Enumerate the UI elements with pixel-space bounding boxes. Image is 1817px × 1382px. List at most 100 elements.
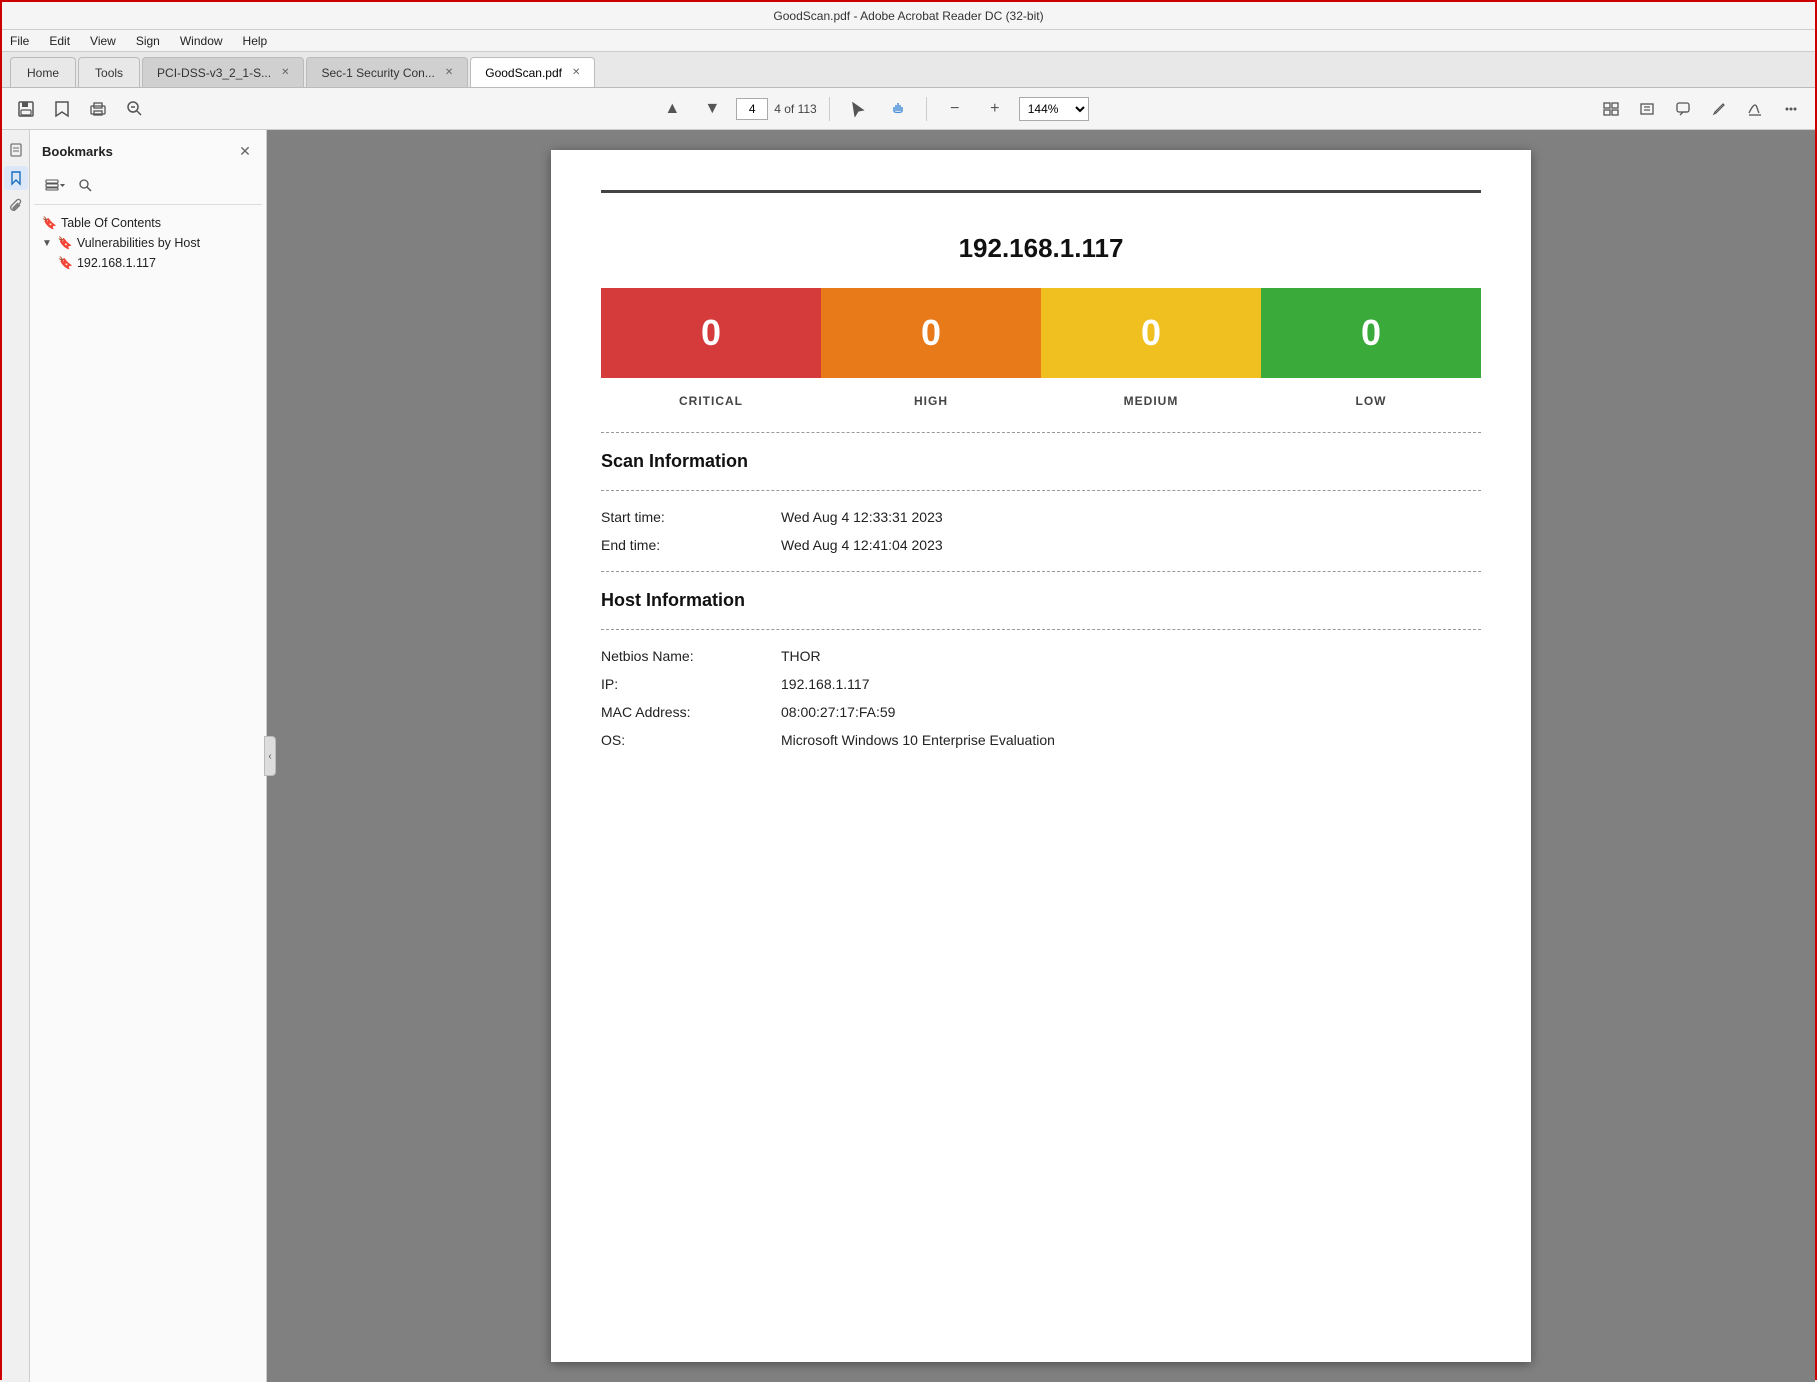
tab-pci[interactable]: PCI-DSS-v3_2_1-S... ✕	[142, 57, 304, 87]
tab-pci-label: PCI-DSS-v3_2_1-S...	[157, 66, 271, 80]
divider-3	[601, 571, 1481, 572]
select-tool-button[interactable]	[842, 94, 874, 124]
bookmark-toc[interactable]: 🔖 Table Of Contents	[34, 213, 262, 233]
host-ip-row: IP: 192.168.1.117	[601, 676, 1481, 692]
label-critical: CRITICAL	[601, 390, 821, 408]
tab-home[interactable]: Home	[10, 57, 76, 87]
menu-bar: File Edit View Sign Window Help	[2, 30, 1815, 52]
sign-button[interactable]	[1739, 94, 1771, 124]
toolbar-center: ▲ ▼ 4 of 113 − + 144% 100% 75% 50%	[154, 94, 1591, 124]
pdf-page: 192.168.1.117 0 0 0 0 CRITICAL HIGH	[551, 150, 1531, 1362]
scan-end-value: Wed Aug 4 12:41:04 2023	[781, 537, 943, 553]
read-mode-button[interactable]	[1631, 94, 1663, 124]
scan-start-row: Start time: Wed Aug 4 12:33:31 2023	[601, 509, 1481, 525]
page-count: 4 of 113	[774, 102, 816, 116]
bookmark-expand-button[interactable]	[42, 174, 68, 196]
scan-end-row: End time: Wed Aug 4 12:41:04 2023	[601, 537, 1481, 553]
menu-view[interactable]: View	[86, 32, 120, 50]
host-os-value: Microsoft Windows 10 Enterprise Evaluati…	[781, 732, 1055, 748]
bookmark-toc-label: Table Of Contents	[61, 216, 161, 230]
bookmarks-close-button[interactable]: ✕	[236, 142, 254, 160]
tab-tools[interactable]: Tools	[78, 57, 140, 87]
toolbar-right-tools	[1595, 94, 1807, 124]
bookmark-button[interactable]	[46, 94, 78, 124]
bookmark-ip1[interactable]: 🔖 192.168.1.117	[34, 253, 262, 273]
scan-start-value: Wed Aug 4 12:33:31 2023	[781, 509, 943, 525]
bookmark-tree: 🔖 Table Of Contents ▼ 🔖 Vulnerabilities …	[34, 211, 262, 275]
toolbar-separator-2	[926, 97, 927, 121]
tab-sec1[interactable]: Sec-1 Security Con... ✕	[306, 57, 468, 87]
menu-file[interactable]: File	[6, 32, 33, 50]
zoom-out-button[interactable]: −	[939, 94, 971, 124]
severity-medium-value: 0	[1141, 312, 1161, 354]
bookmark-vuln-label: Vulnerabilities by Host	[77, 236, 200, 250]
host-mac-value: 08:00:27:17:FA:59	[781, 704, 895, 720]
label-high: HIGH	[821, 390, 1041, 408]
bookmarks-icon[interactable]	[4, 166, 28, 190]
toolbar-separator	[829, 97, 830, 121]
scan-end-label: End time:	[601, 537, 781, 553]
bookmark-icon-ip1: 🔖	[58, 256, 73, 270]
sidebar: Bookmarks ✕	[2, 130, 267, 1382]
host-mac-row: MAC Address: 08:00:27:17:FA:59	[601, 704, 1481, 720]
severity-low-value: 0	[1361, 312, 1381, 354]
main-layout: Bookmarks ✕	[2, 130, 1815, 1382]
menu-window[interactable]: Window	[176, 32, 227, 50]
tab-goodscan-label: GoodScan.pdf	[485, 66, 562, 80]
tab-sec1-label: Sec-1 Security Con...	[321, 66, 434, 80]
severity-bar: 0 0 0 0	[601, 288, 1481, 378]
bookmark-ip1-label: 192.168.1.117	[77, 256, 156, 270]
tab-bar: Home Tools PCI-DSS-v3_2_1-S... ✕ Sec-1 S…	[2, 52, 1815, 88]
severity-critical-value: 0	[701, 312, 721, 354]
fit-page-button[interactable]	[1595, 94, 1627, 124]
host-netbios-row: Netbios Name: THOR	[601, 648, 1481, 664]
host-ip-value: 192.168.1.117	[781, 676, 870, 692]
save-button[interactable]	[10, 94, 42, 124]
bookmark-vuln-host[interactable]: ▼ 🔖 Vulnerabilities by Host	[34, 233, 262, 253]
label-medium: MEDIUM	[1041, 390, 1261, 408]
sidebar-left-icons	[2, 130, 30, 1382]
bookmark-search-button[interactable]	[72, 174, 98, 196]
title-bar: GoodScan.pdf - Adobe Acrobat Reader DC (…	[2, 2, 1815, 30]
bookmarks-toolbar	[34, 172, 262, 205]
page-nav: 4 of 113	[736, 98, 816, 120]
sidebar-collapse-handle[interactable]: ‹	[264, 736, 276, 776]
chevron-down-icon: ▼	[42, 238, 52, 249]
pdf-area[interactable]: 192.168.1.117 0 0 0 0 CRITICAL HIGH	[267, 130, 1815, 1382]
bookmarks-title: Bookmarks	[42, 144, 113, 159]
scan-info-title: Scan Information	[601, 451, 1481, 472]
toolbar: ▲ ▼ 4 of 113 − + 144% 100% 75% 50%	[2, 88, 1815, 130]
attachments-icon[interactable]	[4, 194, 28, 218]
tab-home-label: Home	[27, 66, 59, 80]
tab-goodscan[interactable]: GoodScan.pdf ✕	[470, 57, 595, 87]
severity-high-cell: 0	[821, 288, 1041, 378]
host-netbios-label: Netbios Name:	[601, 648, 781, 664]
comment-button[interactable]	[1667, 94, 1699, 124]
host-mac-label: MAC Address:	[601, 704, 781, 720]
menu-edit[interactable]: Edit	[45, 32, 74, 50]
label-low: LOW	[1261, 390, 1481, 408]
bookmark-icon-toc: 🔖	[42, 216, 57, 230]
zoom-in-button[interactable]: +	[979, 94, 1011, 124]
page-number-input[interactable]	[736, 98, 768, 120]
menu-sign[interactable]: Sign	[132, 32, 164, 50]
menu-help[interactable]: Help	[239, 32, 272, 50]
host-info-title: Host Information	[601, 590, 1481, 611]
tab-goodscan-close[interactable]: ✕	[572, 67, 580, 78]
divider-4	[601, 629, 1481, 630]
severity-labels: CRITICAL HIGH MEDIUM LOW	[601, 390, 1481, 408]
severity-low-cell: 0	[1261, 288, 1481, 378]
pages-icon[interactable]	[4, 138, 28, 162]
zoom-button[interactable]	[118, 94, 150, 124]
host-os-row: OS: Microsoft Windows 10 Enterprise Eval…	[601, 732, 1481, 748]
host-os-label: OS:	[601, 732, 781, 748]
hand-tool-button[interactable]	[882, 94, 914, 124]
edit-button[interactable]	[1703, 94, 1735, 124]
zoom-select[interactable]: 144% 100% 75% 50%	[1019, 97, 1089, 121]
scroll-up-button[interactable]: ▲	[656, 94, 688, 124]
tab-pci-close[interactable]: ✕	[281, 67, 289, 78]
print-button[interactable]	[82, 94, 114, 124]
more-tools-button[interactable]	[1775, 94, 1807, 124]
scroll-down-button[interactable]: ▼	[696, 94, 728, 124]
tab-sec1-close[interactable]: ✕	[445, 67, 453, 78]
